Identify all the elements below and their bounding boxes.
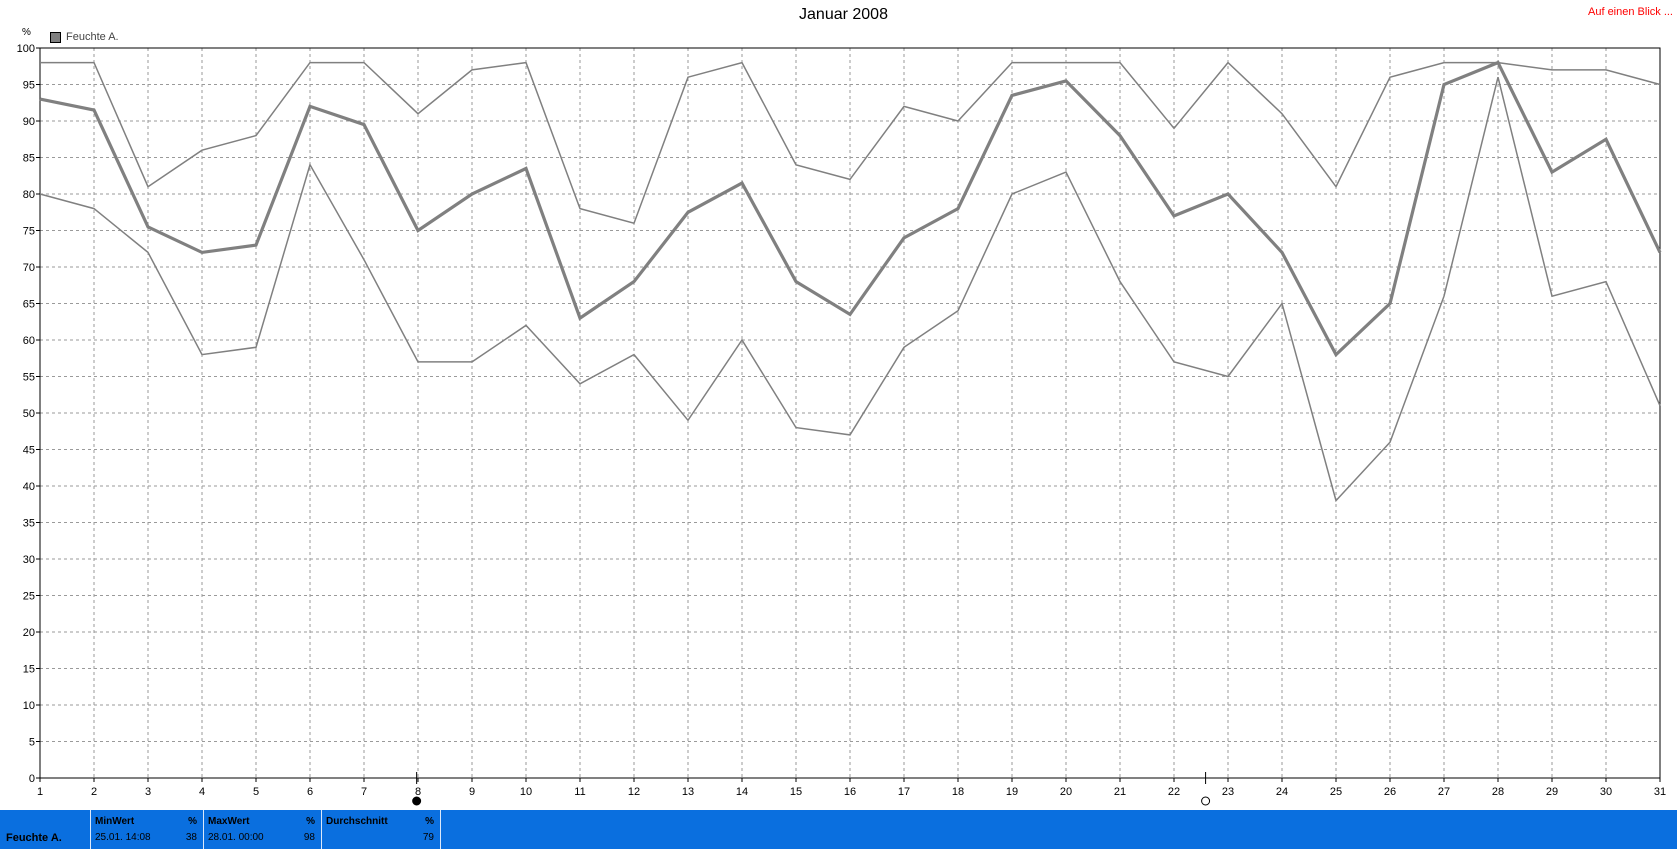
x-tick-label: 25 [1330,786,1342,798]
y-tick-label: 80 [23,189,35,201]
x-tick-label: 5 [253,786,259,798]
stats-max-unit: % [306,816,315,827]
x-tick-label: 28 [1492,786,1504,798]
stats-max-value: 98 [303,832,315,843]
x-tick-label: 2 [91,786,97,798]
y-tick-label: 85 [23,153,35,165]
x-tick-label: 18 [952,786,964,798]
x-tick-label: 4 [199,786,205,798]
x-tick-label: 22 [1168,786,1180,798]
statistics-bar: Feuchte A. MinWert % 25.01. 14:08 38 Max… [0,810,1677,849]
y-tick-label: 55 [23,372,35,384]
y-tick-label: 100 [17,43,35,55]
stats-divider [440,810,441,849]
y-tick-label: 15 [23,664,35,676]
stats-min-cell: MinWert % 25.01. 14:08 38 [90,810,203,849]
y-tick-label: 0 [29,773,35,785]
humidity-line-chart: 0510152025303540455055606570758085909510… [17,43,1666,806]
stats-avg-value: 79 [422,832,434,843]
y-tick-label: 60 [23,335,35,347]
stats-min-value: 38 [185,832,197,843]
y-tick-label: 10 [23,700,35,712]
range-end-handle [1201,796,1211,806]
x-tick-label: 12 [628,786,640,798]
y-tick-label: 25 [23,591,35,603]
y-tick-label: 45 [23,445,35,457]
stats-avg-cell: Durchschnitt % 79 [321,810,440,849]
y-tick-label: 5 [29,737,35,749]
x-tick-label: 27 [1438,786,1450,798]
x-tick-label: 17 [898,786,910,798]
x-tick-label: 26 [1384,786,1396,798]
x-tick-label: 9 [469,786,475,798]
y-tick-label: 30 [23,554,35,566]
x-tick-label: 20 [1060,786,1072,798]
x-tick-label: 29 [1546,786,1558,798]
y-tick-label: 90 [23,116,35,128]
x-tick-label: 31 [1654,786,1666,798]
x-tick-label: 13 [682,786,694,798]
x-tick-label: 1 [37,786,43,798]
x-tick-label: 7 [361,786,367,798]
stats-min-unit: % [188,816,197,827]
stats-max-date: 28.01. 00:00 [208,832,264,843]
stats-min-header: MinWert [95,816,135,827]
x-tick-label: 30 [1600,786,1612,798]
x-tick-label: 8 [415,786,421,798]
x-tick-label: 6 [307,786,313,798]
x-tick-label: 10 [520,786,532,798]
y-tick-label: 35 [23,518,35,530]
stats-avg-header: Durchschnitt [326,816,388,827]
stats-max-cell: MaxWert % 28.01. 00:00 98 [203,810,321,849]
x-tick-label: 21 [1114,786,1126,798]
y-tick-label: 20 [23,627,35,639]
y-tick-label: 50 [23,408,35,420]
stats-min-date: 25.01. 14:08 [95,832,151,843]
y-tick-label: 95 [23,80,35,92]
x-tick-label: 24 [1276,786,1288,798]
range-start-handle [412,796,422,806]
x-tick-label: 14 [736,786,748,798]
x-tick-label: 19 [1006,786,1018,798]
x-tick-label: 16 [844,786,856,798]
x-tick-label: 3 [145,786,151,798]
y-tick-label: 65 [23,299,35,311]
x-tick-label: 15 [790,786,802,798]
stats-row-label: Feuchte A. [6,832,62,844]
x-tick-label: 11 [574,786,585,798]
stats-avg-unit: % [425,816,434,827]
y-tick-label: 75 [23,226,35,238]
stats-max-header: MaxWert [208,816,250,827]
y-tick-label: 70 [23,262,35,274]
y-tick-label: 40 [23,481,35,493]
x-tick-label: 23 [1222,786,1234,798]
